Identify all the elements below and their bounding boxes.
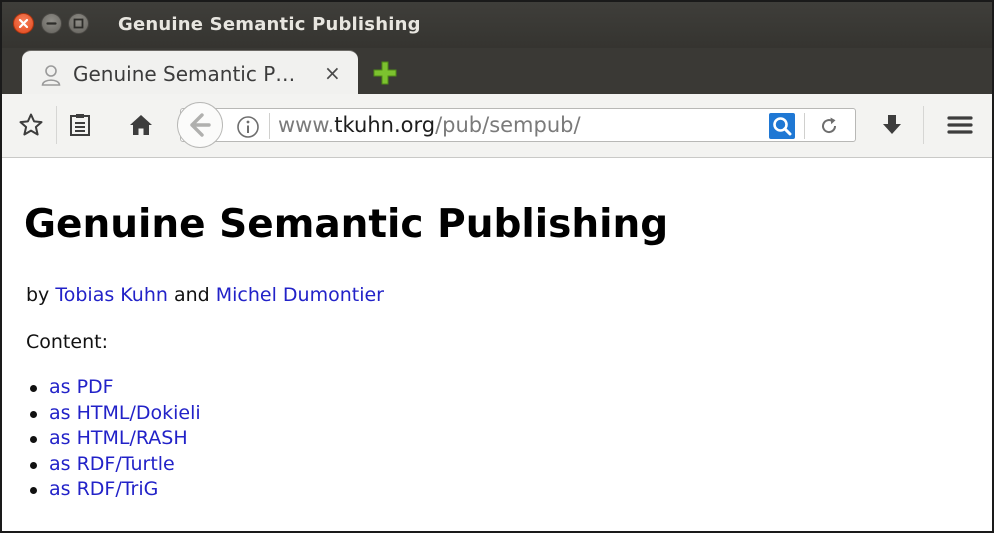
bullet (30, 461, 37, 469)
window-maximize-button[interactable] (68, 13, 89, 34)
url-prefix: www. (278, 113, 335, 137)
bullet (30, 487, 37, 494)
content-label: Content: (26, 331, 108, 353)
reload-icon[interactable] (818, 115, 840, 141)
format-list: as PDF as HTML/Dokieli as HTML/RASH as R… (26, 375, 201, 503)
download-icon[interactable] (880, 112, 904, 142)
search-icon (773, 117, 792, 136)
toolbar-separator (56, 106, 57, 144)
maximize-icon (73, 18, 84, 29)
list-item: as HTML/Dokieli (26, 401, 201, 427)
url-path: /pub/sempub/ (435, 113, 581, 137)
format-link-html-rash[interactable]: as HTML/RASH (49, 427, 188, 449)
info-icon[interactable] (236, 115, 260, 143)
title-bar: Genuine Semantic Publishing (2, 2, 992, 48)
close-icon (18, 18, 29, 29)
format-link-html-dokieli[interactable]: as HTML/Dokieli (49, 402, 201, 424)
navigation-toolbar: www.tkuhn.org/pub/sempub/ (2, 94, 992, 158)
back-arrow-icon (190, 113, 211, 137)
tab-close-button[interactable]: × (324, 61, 341, 85)
bookmark-star-icon[interactable] (18, 112, 44, 142)
window-title: Genuine Semantic Publishing (118, 14, 421, 35)
new-tab-button[interactable] (372, 60, 398, 90)
author-link-michel-dumontier[interactable]: Michel Dumontier (216, 284, 384, 306)
toolbar-separator (923, 106, 924, 144)
tab-title: Genuine Semantic P… (73, 62, 296, 86)
address-separator-2 (804, 113, 805, 139)
url-text[interactable]: www.tkuhn.org/pub/sempub/ (278, 113, 581, 137)
address-separator (269, 113, 270, 139)
home-icon[interactable] (128, 112, 154, 142)
tab-active[interactable]: Genuine Semantic P… × (22, 50, 358, 97)
window-close-button[interactable] (13, 13, 34, 34)
browser-window: Genuine Semantic Publishing Genuine Sema… (0, 0, 994, 533)
list-item: as RDF/Turtle (26, 452, 201, 478)
author-link-tobias-kuhn[interactable]: Tobias Kuhn (55, 284, 168, 306)
list-item: as RDF/TriG (26, 477, 201, 503)
page-content: Genuine Semantic Publishing by Tobias Ku… (2, 158, 992, 531)
back-button[interactable] (177, 102, 223, 148)
bullet (30, 410, 37, 418)
bullet (30, 436, 37, 443)
byline-joiner: and (167, 284, 216, 306)
bullet (30, 385, 37, 392)
url-domain: tkuhn.org (334, 113, 436, 137)
format-link-pdf[interactable]: as PDF (49, 376, 114, 398)
plus-icon (373, 61, 397, 85)
window-minimize-button[interactable] (41, 13, 62, 34)
menu-icon[interactable] (946, 112, 974, 142)
format-link-rdf-turtle[interactable]: as RDF/Turtle (49, 453, 175, 475)
list-item: as PDF (26, 375, 201, 401)
minimize-icon (46, 22, 57, 25)
format-link-rdf-trig[interactable]: as RDF/TriG (49, 478, 158, 500)
person-icon (40, 63, 62, 91)
list-item: as HTML/RASH (26, 426, 201, 452)
reading-list-icon[interactable] (68, 112, 92, 142)
search-button[interactable] (769, 113, 795, 139)
tab-strip: Genuine Semantic P… × (2, 48, 992, 97)
byline-prefix: by (26, 284, 56, 306)
page-title: Genuine Semantic Publishing (24, 202, 669, 247)
byline: by Tobias Kuhn and Michel Dumontier (26, 284, 384, 306)
